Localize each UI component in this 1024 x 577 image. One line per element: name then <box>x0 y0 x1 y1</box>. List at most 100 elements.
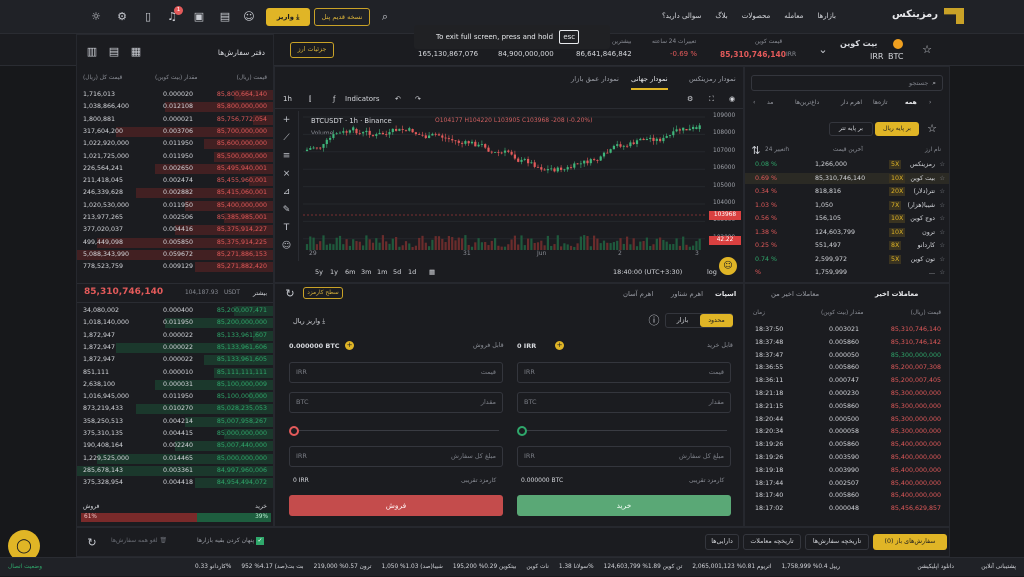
bottom-ticker-item[interactable]: سولانا 1.38% <box>559 558 594 577</box>
market-search-input[interactable]: ⌕ جستجو <box>751 75 943 91</box>
base-irr-button[interactable]: بر پایه ریال <box>875 122 919 136</box>
book-row[interactable]: 85,133,961,605 0.000022 1,872,947 <box>77 354 273 366</box>
add-funds-icon[interactable]: + <box>555 341 564 350</box>
range-1m[interactable]: 1m <box>377 263 387 281</box>
range-1y[interactable]: 1y <box>330 263 338 281</box>
book-view-both-icon[interactable]: ▥ <box>85 45 99 59</box>
theme-icon[interactable]: ☼ <box>89 10 103 24</box>
book-row[interactable]: 85,800,664,140 0.000020 1,716,013 <box>77 89 273 101</box>
candle-type-icon[interactable]: ⫿ <box>309 89 311 109</box>
tab-float-leverage[interactable]: اهرم شناور <box>671 290 703 298</box>
book-row[interactable]: 84,954,494,072 0.004418 375,328,954 <box>77 477 273 489</box>
order-type-limit[interactable]: محدود <box>700 314 733 327</box>
market-row[interactable]: ☆ بیت کوین 10X 85,310,746,140 0.69 % <box>745 172 949 185</box>
market-star-icon[interactable]: ☆ <box>939 213 945 225</box>
order-type-market[interactable]: بازار <box>666 314 699 327</box>
book-row[interactable]: 85,133,961,607 0.000022 1,872,947 <box>77 330 273 342</box>
market-row[interactable]: ☆... 1,759,999 % <box>745 267 949 279</box>
sell-button[interactable]: فروش <box>289 495 503 516</box>
redo-icon[interactable]: ↷ <box>415 89 421 109</box>
book-row[interactable]: 85,375,914,225 0.005850 499,449,098 <box>77 237 273 249</box>
deposit-rial-link[interactable]: واریز ریال ⤓ <box>293 317 325 326</box>
market-row[interactable]: ☆ تون کوین 5X 2,599,972 0.74 % <box>745 254 949 266</box>
buy-percent-slider[interactable] <box>517 426 731 436</box>
nav-markets[interactable]: بازارها <box>817 12 836 20</box>
tab-order-history[interactable]: تاریخچه سفارش‌ها <box>805 534 869 550</box>
book-row[interactable]: 85,007,958,267 0.004214 358,250,513 <box>77 416 273 428</box>
tab-global-chart[interactable]: نمودار جهانی <box>631 75 668 90</box>
book-row[interactable]: 85,271,886,153 0.059672 5,088,343,990 <box>77 249 273 261</box>
chevron-down-icon[interactable]: ⌄ <box>816 43 830 57</box>
cancel-all-orders[interactable]: لغو همه سفارش‌ها 🗑 <box>111 537 167 544</box>
buy-total-input[interactable]: IRR مبلغ کل سفارش <box>517 446 731 467</box>
bottom-ticker-item[interactable]: شیبا(صد) 1.03% 1,050 <box>382 558 443 577</box>
book-row[interactable]: 85,455,960,001 0.002474 211,418,045 <box>77 175 273 187</box>
phone-icon[interactable]: ▯ <box>141 10 155 24</box>
book-row[interactable]: 85,756,772,054 0.000021 1,800,881 <box>77 114 273 126</box>
market-star-icon[interactable]: ☆ <box>939 254 945 266</box>
book-row[interactable]: 85,200,000,000 0.011950 1,018,140,000 <box>77 317 273 329</box>
range-6m[interactable]: 6m <box>345 263 355 281</box>
tab-hot[interactable]: داغ‌ترین‌ها <box>795 99 819 106</box>
bottom-ticker-item[interactable]: بیتکوین 0.29% 195,200 <box>453 558 516 577</box>
book-row[interactable]: 85,700,000,000 0.003706 317,604,200 <box>77 126 273 138</box>
sell-total-input[interactable]: IRR مبلغ کل سفارش <box>289 446 503 467</box>
bottom-ticker-item[interactable]: نات کوین <box>526 558 548 577</box>
book-view-asks-icon[interactable]: ▦ <box>129 45 143 59</box>
sort-icon[interactable]: ⇅ <box>749 144 763 158</box>
undo-icon[interactable]: ↶ <box>395 89 401 109</box>
tab-leverage[interactable]: اهرم دار <box>841 99 862 106</box>
hide-other-markets[interactable]: پنهان کردن بقیه بازارها ✓ <box>197 537 265 545</box>
tab-more[interactable]: مد <box>767 99 773 106</box>
tab-open-orders[interactable]: سفارش‌های باز (0) <box>873 534 947 550</box>
nav-blog[interactable]: بلاگ <box>715 12 727 20</box>
coin-details-button[interactable]: جزئیات ارز <box>290 42 334 58</box>
book-row[interactable]: 85,800,000,000 0.012108 1,038,866,400 <box>77 101 273 113</box>
interval-selector[interactable]: 1h <box>283 89 292 109</box>
book-row[interactable]: 85,495,940,001 0.002650 226,564,241 <box>77 163 273 175</box>
market-star-icon[interactable]: ☆ <box>939 173 945 185</box>
book-row[interactable]: 85,100,000,000 0.011950 1,016,945,000 <box>77 391 273 403</box>
book-row[interactable]: 85,375,914,227 0.004416 377,020,037 <box>77 224 273 236</box>
trendline-icon[interactable]: ⟋ <box>275 129 298 147</box>
nav-products[interactable]: محصولات <box>742 12 771 20</box>
market-star-icon[interactable]: ☆ <box>939 227 945 239</box>
nav-faq[interactable]: سوالی دارید؟ <box>662 12 701 20</box>
indicators-button[interactable]: Indicators <box>345 89 380 109</box>
tab-assets[interactable]: دارایی‌ها <box>705 534 739 550</box>
book-row[interactable]: 84,997,960,006 0.003361 285,678,143 <box>77 465 273 477</box>
market-star-icon[interactable]: ☆ <box>939 240 945 252</box>
book-row[interactable]: 85,415,060,001 0.002882 246,339,628 <box>77 187 273 199</box>
book-row[interactable]: 85,500,000,000 0.011950 1,021,725,000 <box>77 151 273 163</box>
tab-depth-chart[interactable]: نمودار عمق بازار <box>571 75 619 83</box>
tab-my-trades[interactable]: معاملات اخیر من <box>771 290 819 298</box>
star-icon[interactable]: ☆ <box>920 43 934 57</box>
tab-recent-trades[interactable]: معاملات اخیر <box>875 290 918 298</box>
info-icon[interactable]: ⓘ <box>647 314 661 328</box>
range-3m[interactable]: 3m <box>361 263 371 281</box>
nav-trade[interactable]: معامله <box>784 12 803 20</box>
slider-handle[interactable] <box>517 426 527 436</box>
sell-percent-slider[interactable] <box>289 426 503 436</box>
book-row[interactable]: 85,000,000,000 0.004415 375,310,135 <box>77 428 273 440</box>
buy-amount-input[interactable]: BTC مقدار <box>517 392 731 413</box>
crosshair-icon[interactable]: + <box>275 111 298 129</box>
book-row[interactable]: 85,600,000,000 0.011950 1,022,920,000 <box>77 138 273 150</box>
market-star-icon[interactable]: ☆ <box>939 186 945 198</box>
market-star-icon[interactable]: ☆ <box>939 200 945 212</box>
book-row[interactable]: 85,200,007,471 0.000400 34,080,002 <box>77 305 273 317</box>
bottom-ticker-item[interactable]: ریپل 0.4% 1,758,999 <box>781 558 840 577</box>
calendar-icon[interactable]: ▦ <box>429 263 435 281</box>
book-row[interactable]: 85,385,985,001 0.002506 213,977,265 <box>77 212 273 224</box>
book-row[interactable]: 85,000,000,000 0.014465 1,229,525,000 <box>77 453 273 465</box>
fib-icon[interactable]: ≡ <box>275 147 298 165</box>
tabs-next-icon[interactable]: › <box>929 99 931 106</box>
forecast-icon[interactable]: ⊿ <box>275 183 298 201</box>
market-row[interactable]: ☆ رمزینکس 5X 1,266,000 0.08 % <box>745 159 949 171</box>
book-row[interactable]: 85,007,440,000 0.002240 190,408,164 <box>77 440 273 452</box>
pattern-icon[interactable]: ⨯ <box>275 165 298 183</box>
market-row[interactable]: ☆ شیبا(هزار) 7X 1,050 1.03 % <box>745 200 949 212</box>
book-row[interactable]: 85,100,000,009 0.000031 2,638,100 <box>77 379 273 391</box>
chart-help-button[interactable]: ☺ <box>719 257 737 275</box>
tab-ramzinex-chart[interactable]: نمودار رمزینکس <box>689 75 736 83</box>
